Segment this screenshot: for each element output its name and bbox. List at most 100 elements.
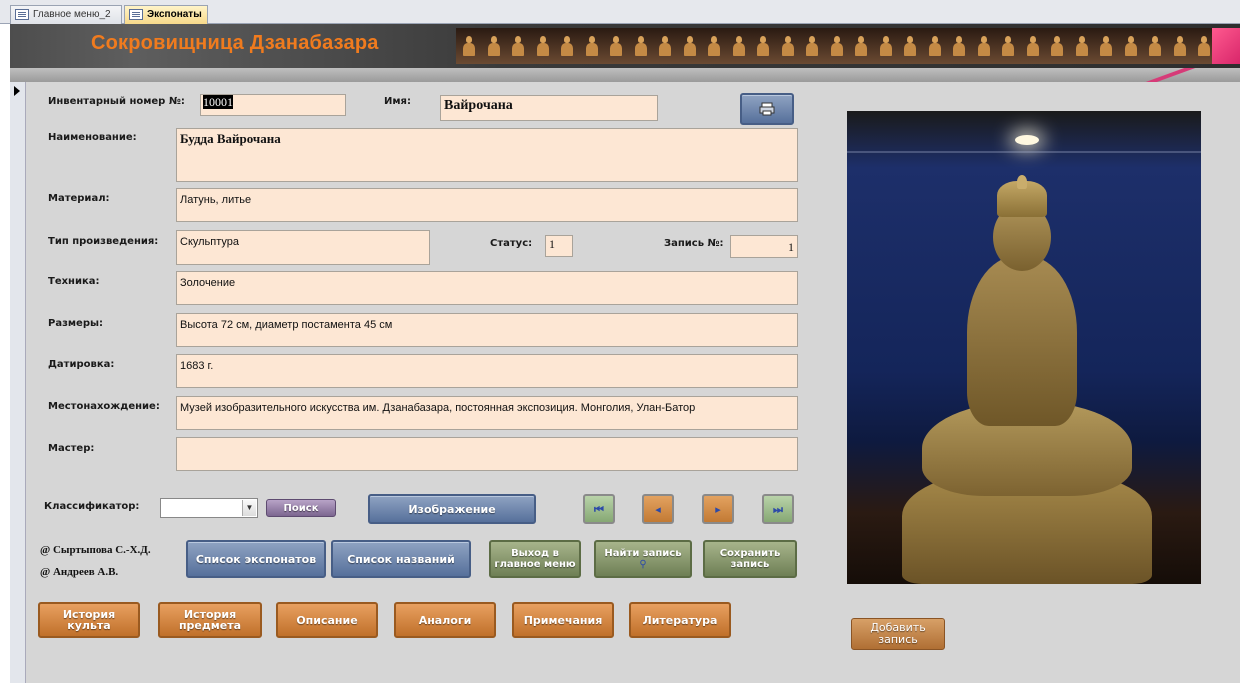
print-button[interactable] [740, 93, 794, 125]
exit-main-menu-button[interactable]: Выход в главное меню [489, 540, 581, 578]
buddha-figure [1099, 36, 1113, 58]
statue-torso [967, 256, 1077, 426]
printer-icon [759, 102, 775, 116]
buddha-figure [1124, 36, 1138, 58]
next-record-icon: ▸ [715, 502, 721, 516]
author-1: @ Сыртыпова С.-Х.Д. [40, 544, 151, 556]
buddha-figure [560, 36, 574, 58]
title-field[interactable]: Будда Вайрочана [176, 128, 798, 182]
banner-accent [1212, 28, 1240, 64]
first-record-button[interactable]: ⏮ [583, 494, 615, 524]
find-record-label: Найти запись [604, 548, 682, 559]
size-field[interactable]: Высота 72 см, диаметр постамента 45 см [176, 313, 798, 347]
buddha-figure [1075, 36, 1089, 58]
buddha-banner-image [456, 28, 1240, 64]
type-field[interactable]: Скульптура [176, 230, 430, 265]
buddha-figure [1001, 36, 1015, 58]
buddha-figure [609, 36, 623, 58]
buddha-figure [952, 36, 966, 58]
date-label: Датировка: [48, 359, 115, 370]
record-number-label: Запись №: [664, 238, 724, 249]
name-field[interactable]: Вайрочана [440, 95, 658, 121]
binoculars-icon: ⚲ [639, 559, 647, 570]
buddha-figure [879, 36, 893, 58]
tab-main-menu[interactable]: Главное меню_2 [10, 5, 122, 24]
buddha-figure [634, 36, 648, 58]
buddha-figure [707, 36, 721, 58]
record-number-field[interactable]: 1 [730, 235, 798, 258]
buddha-figure [536, 36, 550, 58]
document-tabbar: Главное меню_2 Экспонаты [0, 0, 1240, 24]
page-title: Сокровищница Дзанабазара [91, 32, 379, 54]
analogs-button[interactable]: Аналоги [394, 602, 496, 638]
inventory-label: Инвентарный номер №: [48, 96, 185, 107]
title-label: Наименование: [48, 132, 137, 143]
author-2: @ Андреев А.В. [40, 566, 119, 578]
next-record-button[interactable]: ▸ [702, 494, 734, 524]
form-icon [15, 9, 29, 20]
image-button[interactable]: Изображение [368, 494, 536, 524]
name-list-button[interactable]: Список названий [331, 540, 471, 578]
status-field[interactable]: 1 [545, 235, 573, 257]
classifier-label: Классификатор: [44, 501, 140, 512]
header-subband [10, 68, 1240, 82]
master-label: Мастер: [48, 443, 95, 454]
name-label: Имя: [384, 96, 411, 107]
last-record-button[interactable]: ⏭ [762, 494, 794, 524]
history-cult-button[interactable]: История культа [38, 602, 140, 638]
buddha-figure [1026, 36, 1040, 58]
size-label: Размеры: [48, 318, 104, 329]
buddha-figure [487, 36, 501, 58]
prev-record-button[interactable]: ◂ [642, 494, 674, 524]
tab-label: Экспонаты [147, 9, 202, 20]
date-field[interactable]: 1683 г. [176, 354, 798, 388]
status-label: Статус: [490, 238, 533, 249]
buddha-figure [683, 36, 697, 58]
prev-record-icon: ◂ [655, 502, 661, 516]
buddha-figure [805, 36, 819, 58]
buddha-figure [1050, 36, 1064, 58]
buddha-figure [462, 36, 476, 58]
location-label: Местонахождение: [48, 401, 160, 412]
buddha-figure [830, 36, 844, 58]
inventory-field[interactable]: 10001 [200, 94, 346, 116]
location-field[interactable]: Музей изобразительного искусства им. Дза… [176, 396, 798, 430]
material-label: Материал: [48, 193, 110, 204]
exhibit-list-button[interactable]: Список экспонатов [186, 540, 326, 578]
first-record-icon: ⏮ [594, 502, 604, 516]
literature-button[interactable]: Литература [629, 602, 731, 638]
tab-label: Главное меню_2 [33, 9, 111, 20]
history-item-button[interactable]: История предмета [158, 602, 262, 638]
buddha-figure [658, 36, 672, 58]
buddha-figure [854, 36, 868, 58]
save-record-button[interactable]: Сохранить запись [703, 540, 797, 578]
form-icon [129, 9, 143, 20]
buddha-figure [1173, 36, 1187, 58]
technique-field[interactable]: Золочение [176, 271, 798, 305]
search-button[interactable]: Поиск [266, 499, 336, 517]
record-selector[interactable] [10, 82, 26, 683]
notes-button[interactable]: Примечания [512, 602, 614, 638]
buddha-figure [511, 36, 525, 58]
lamp-light [1015, 135, 1039, 145]
chevron-down-icon[interactable]: ▼ [242, 500, 256, 516]
form-header: Сокровищница Дзанабазара [10, 24, 1240, 68]
material-field[interactable]: Латунь, литье [176, 188, 798, 222]
buddha-figure [781, 36, 795, 58]
buddha-figure [928, 36, 942, 58]
buddha-figure [977, 36, 991, 58]
buddha-figure [903, 36, 917, 58]
add-record-button[interactable]: Добавить запись [851, 618, 945, 650]
master-field[interactable] [176, 437, 798, 471]
description-button[interactable]: Описание [276, 602, 378, 638]
buddha-figure [732, 36, 746, 58]
buddha-figure [585, 36, 599, 58]
tab-exhibits[interactable]: Экспонаты [124, 5, 208, 24]
inventory-value: 10001 [203, 95, 233, 109]
buddha-figure [756, 36, 770, 58]
current-record-arrow-icon [14, 86, 20, 96]
last-record-icon: ⏭ [773, 502, 783, 516]
find-record-button[interactable]: Найти запись ⚲ [594, 540, 692, 578]
buddha-figure [1148, 36, 1162, 58]
classifier-select[interactable]: ▼ [160, 498, 258, 518]
